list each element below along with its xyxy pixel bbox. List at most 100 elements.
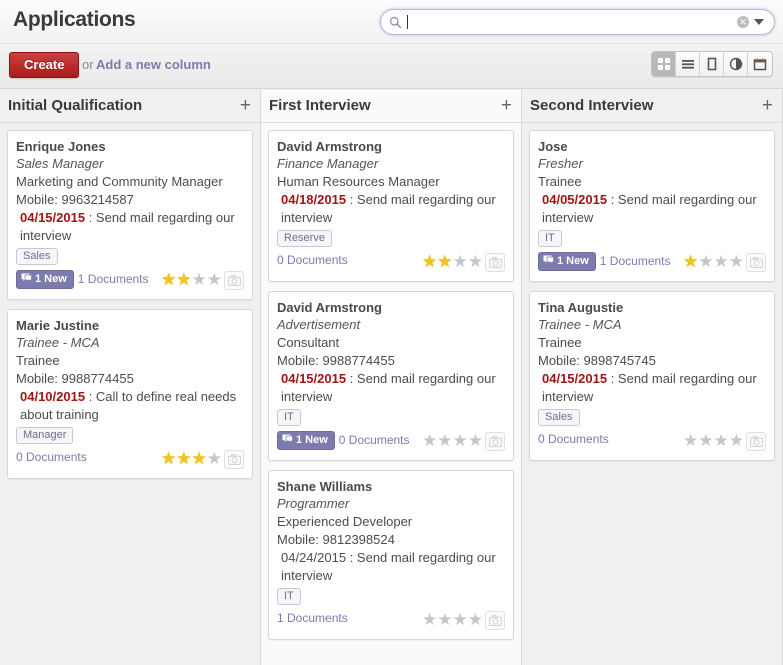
activity-date: 04/10/2015 [20,389,86,404]
star-icon[interactable]: ★ [468,610,483,629]
applicant-name: Enrique Jones [16,139,106,154]
documents-link[interactable]: 1 Documents [277,611,348,626]
list-view-button[interactable] [676,52,700,76]
applicant-card[interactable]: Enrique Jones Sales Manager Marketing and … [7,130,253,300]
card-footer: 1 New 0 Documents ★★★★ [277,431,505,453]
applicant-job: Human Resources Manager [277,174,440,189]
star-icon[interactable]: ★ [437,431,452,450]
applicant-subtitle: Advertisement [277,317,361,332]
applicant-card[interactable]: Tina Augustie Trainee - MCA Trainee Mobile:… [529,291,775,461]
next-activity: 04/15/2015 : Send mail regarding our int… [538,370,766,406]
search-input[interactable] [408,10,737,34]
star-icon[interactable]: ★ [422,610,437,629]
new-badge-label: 1 New [296,434,328,446]
new-messages-badge[interactable]: 1 New [277,431,335,450]
applicant-name: David Armstrong [277,300,382,315]
camera-icon[interactable] [485,432,505,451]
search-box[interactable]: ✕ [380,9,775,35]
camera-icon[interactable] [485,253,505,272]
documents-link[interactable]: 1 Documents [78,272,149,287]
camera-icon[interactable] [224,450,244,469]
star-icon[interactable]: ★ [422,252,437,271]
card-footer: 0 Documents ★★★★ [16,449,244,471]
priority-stars: ★★★★ [161,449,222,469]
camera-icon[interactable] [224,271,244,290]
applicant-card[interactable]: Shane Williams Programmer Experienced Deve… [268,470,514,640]
page-title: Applications [13,8,136,31]
chevron-down-icon[interactable] [754,19,764,25]
category-tag[interactable]: IT [277,588,301,605]
applicant-card[interactable]: David Armstrong Finance Manager Human Reso… [268,130,514,282]
star-icon[interactable]: ★ [207,270,222,289]
star-icon[interactable]: ★ [453,252,468,271]
card-footer: 0 Documents ★★★★ [277,252,505,274]
star-icon[interactable]: ★ [683,431,698,450]
add-new-column-link[interactable]: Add a new column [96,57,211,72]
column-header: Initial Qualification + [0,90,260,123]
star-icon[interactable]: ★ [453,431,468,450]
camera-icon[interactable] [746,432,766,451]
star-icon[interactable]: ★ [161,449,176,468]
documents-link[interactable]: 1 Documents [600,254,671,269]
star-icon[interactable]: ★ [437,252,452,271]
applicant-subtitle: Trainee - MCA [538,317,622,332]
star-icon[interactable]: ★ [422,431,437,450]
category-tag[interactable]: Reserve [277,230,332,247]
category-tag[interactable]: Sales [538,409,580,426]
create-button[interactable]: Create [9,52,80,78]
star-icon[interactable]: ★ [161,270,176,289]
category-tag[interactable]: Manager [16,427,74,444]
category-tag[interactable]: IT [538,230,562,247]
applicant-card[interactable]: Marie Justine Trainee - MCA Trainee Mobile:… [7,309,253,479]
star-icon[interactable]: ★ [437,610,452,629]
priority-stars: ★★★★ [422,431,483,451]
column-cards: David Armstrong Finance Manager Human Reso… [261,123,521,665]
next-activity: 04/15/2015 : Send mail regarding our int… [16,209,244,245]
form-view-button[interactable] [700,52,724,76]
category-tag[interactable]: IT [277,409,301,426]
category-tag[interactable]: Sales [16,248,58,265]
priority-stars: ★★★★ [161,270,222,290]
star-icon[interactable]: ★ [207,449,222,468]
close-icon[interactable]: ✕ [737,16,749,28]
star-icon[interactable]: ★ [729,252,744,271]
camera-icon[interactable] [485,611,505,630]
documents-link[interactable]: 0 Documents [538,432,609,447]
list-icon [681,60,694,69]
camera-icon[interactable] [746,253,766,272]
star-icon[interactable]: ★ [468,431,483,450]
applicant-mobile: Mobile: 9963214587 [16,192,134,207]
new-messages-badge[interactable]: 1 New [16,270,74,289]
star-icon[interactable]: ★ [192,270,207,289]
applicant-job: Trainee [538,335,582,350]
add-card-button[interactable]: + [240,95,251,117]
applicant-card[interactable]: David Armstrong Advertisement Consultant Mo… [268,291,514,461]
documents-link[interactable]: 0 Documents [277,253,348,268]
applicant-job: Experienced Developer [277,514,413,529]
kanban-view-button[interactable] [652,52,676,76]
star-icon[interactable]: ★ [176,270,191,289]
star-icon[interactable]: ★ [714,431,729,450]
applicant-card[interactable]: Jose Fresher Trainee 04/05/2015 : Send mail… [529,130,775,282]
star-icon[interactable]: ★ [468,252,483,271]
column-cards: Enrique Jones Sales Manager Marketing and … [0,123,260,665]
star-icon[interactable]: ★ [698,252,713,271]
star-icon[interactable]: ★ [192,449,207,468]
activity-date: 04/15/2015 [20,210,86,225]
applicant-job: Marketing and Community Manager [16,174,223,189]
documents-link[interactable]: 0 Documents [16,450,87,465]
star-icon[interactable]: ★ [729,431,744,450]
star-icon[interactable]: ★ [453,610,468,629]
star-icon[interactable]: ★ [176,449,191,468]
new-messages-badge[interactable]: 1 New [538,252,596,271]
add-card-button[interactable]: + [762,95,773,117]
kanban-column: First Interview + David Armstrong Finance M… [261,90,522,665]
next-activity: 04/10/2015 : Call to define real needs a… [16,388,244,424]
graph-view-button[interactable] [724,52,748,76]
star-icon[interactable]: ★ [714,252,729,271]
calendar-view-button[interactable] [748,52,772,76]
star-icon[interactable]: ★ [683,252,698,271]
add-card-button[interactable]: + [501,95,512,117]
documents-link[interactable]: 0 Documents [339,433,410,448]
star-icon[interactable]: ★ [698,431,713,450]
